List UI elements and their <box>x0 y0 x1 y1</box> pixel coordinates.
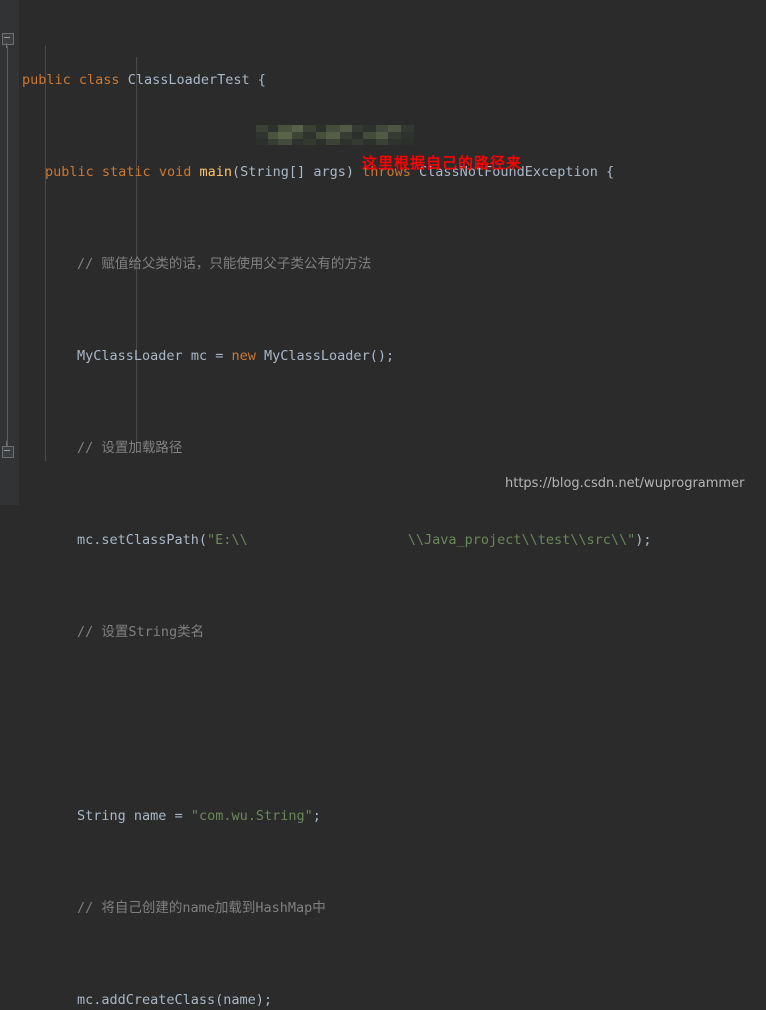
assign-operator: = <box>215 348 224 364</box>
keyword-public: public <box>45 164 94 180</box>
param-name: args <box>313 164 346 180</box>
class-name: ClassLoaderTest <box>127 72 250 88</box>
var-mc: mc <box>190 348 208 364</box>
open-brace: { <box>606 164 615 180</box>
keyword-void: void <box>158 164 192 180</box>
keyword-class: class <box>78 72 120 88</box>
code-line-6[interactable]: mc.setClassPath("E:\\ \\Java_project\\tes… <box>0 529 766 552</box>
comment: // 将自己创建的name加载到HashMap中 <box>77 900 326 916</box>
code-line-4[interactable]: MyClassLoader mc = new MyClassLoader(); <box>0 345 766 368</box>
path-string-head: "E:\\ <box>207 532 248 548</box>
comment: // 赋值给父类的话，只能使用父子类公有的方法 <box>77 256 372 272</box>
type-myclassloader: MyClassLoader <box>77 348 183 364</box>
red-annotation-text: 这里根据自己的路径来 <box>362 154 523 172</box>
code-line-5[interactable]: // 设置加载路径 <box>0 437 766 460</box>
csdn-watermark: https://blog.csdn.net/wuprogrammer <box>505 476 745 491</box>
code-content[interactable]: public class ClassLoaderTest { public st… <box>0 0 766 1008</box>
keyword-public: public <box>22 72 71 88</box>
path-string-tail: \\Java_project\\test\\src\\" <box>407 532 636 548</box>
paren-close: ) <box>345 164 354 180</box>
code-line-9[interactable]: String name = "com.wu.String"; <box>0 805 766 828</box>
method-name-main: main <box>199 164 233 180</box>
keyword-new: new <box>231 348 256 364</box>
keyword-static: static <box>101 164 151 180</box>
var-name: name <box>133 808 167 824</box>
code-line-7[interactable]: // 设置String类名 <box>0 621 766 644</box>
redacted-path-mosaic <box>256 125 414 145</box>
comment: // 设置String类名 <box>77 624 205 640</box>
string-literal: "com.wu.String" <box>190 808 313 824</box>
code-line-3[interactable]: // 赋值给父类的话，只能使用父子类公有的方法 <box>0 253 766 276</box>
setclasspath-call: mc.setClassPath( <box>77 532 208 548</box>
comment: // 设置加载路径 <box>77 440 183 456</box>
code-line-10[interactable]: // 将自己创建的name加载到HashMap中 <box>0 897 766 920</box>
call-close: ); <box>635 532 652 548</box>
addcreateclass-call: mc.addCreateClass(name); <box>77 992 273 1008</box>
semicolon: ; <box>312 808 321 824</box>
assign-operator: = <box>174 808 183 824</box>
code-line-11[interactable]: mc.addCreateClass(name); <box>0 989 766 1010</box>
open-brace: { <box>257 72 266 88</box>
constructor-call: MyClassLoader(); <box>264 348 395 364</box>
code-line-1[interactable]: public class ClassLoaderTest { <box>0 69 766 92</box>
paren-open: ( <box>232 164 241 180</box>
type-string: String <box>77 808 126 824</box>
code-editor[interactable]: public class ClassLoaderTest { public st… <box>0 0 766 1008</box>
code-line-8-blank[interactable] <box>0 713 766 736</box>
param-type: String[] <box>240 164 306 180</box>
